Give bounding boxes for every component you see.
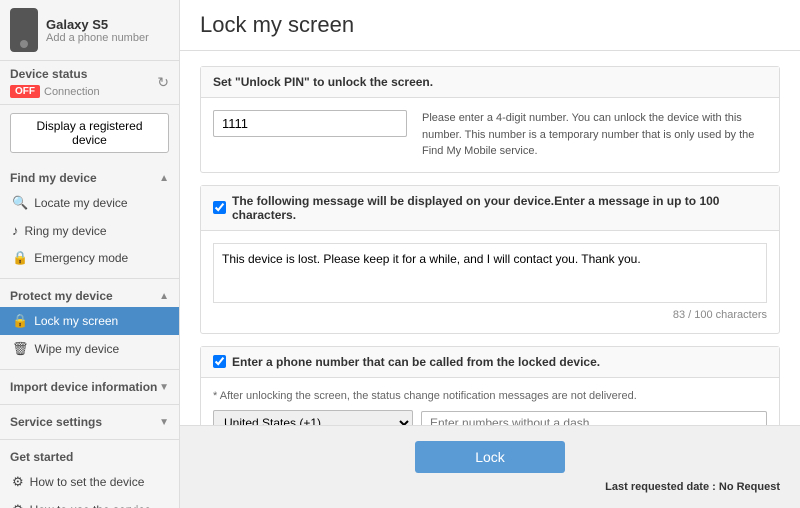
status-badge: OFF Connection	[10, 85, 100, 98]
import-header[interactable]: Import device information ▼	[0, 376, 179, 398]
sidebar-item-emergency[interactable]: 🔒 Emergency mode	[0, 244, 179, 272]
sidebar-item-how-use[interactable]: ⚙ How to use the service	[0, 496, 179, 508]
ring-icon: ♪	[12, 223, 19, 238]
device-icon	[10, 8, 38, 52]
message-checkbox[interactable]	[213, 201, 226, 214]
device-info: Galaxy S5 Add a phone number	[46, 17, 149, 44]
sidebar-item-wipe[interactable]: 🗑 Wipe my device	[0, 335, 179, 363]
main-content-area: Lock my screen Set "Unlock PIN" to unloc…	[180, 0, 800, 508]
sidebar-item-how-set[interactable]: ⚙ How to set the device	[0, 468, 179, 496]
how-use-icon: ⚙	[12, 502, 24, 508]
display-registered-device-button[interactable]: Display a registered device	[10, 113, 169, 153]
protect-section-header[interactable]: Protect my device ▲	[0, 285, 179, 307]
status-label: Device status	[10, 67, 100, 81]
phone-section: Enter a phone number that can be called …	[200, 346, 780, 426]
sidebar-item-lock[interactable]: 🔒 Lock my screen	[0, 307, 179, 335]
phone-section-header: Enter a phone number that can be called …	[201, 347, 779, 378]
import-section: Import device information ▼	[0, 370, 179, 405]
phone-input[interactable]	[421, 411, 767, 426]
find-section-header[interactable]: Find my device ▲	[0, 167, 179, 189]
service-header[interactable]: Service settings ▼	[0, 411, 179, 433]
main-header: Lock my screen	[180, 0, 800, 51]
get-started-header: Get started	[0, 446, 179, 468]
connection-text: Connection	[44, 86, 100, 98]
pin-input[interactable]	[213, 110, 407, 137]
off-badge: OFF	[10, 85, 40, 98]
phone-note: * After unlocking the screen, the status…	[213, 390, 767, 402]
locate-icon: 🔍	[12, 195, 28, 211]
unlock-pin-section: Set "Unlock PIN" to unlock the screen. P…	[200, 66, 780, 173]
lock-button[interactable]: Lock	[415, 441, 565, 473]
char-count: 83 / 100 characters	[213, 309, 767, 321]
service-chevron-icon: ▼	[159, 417, 169, 428]
import-chevron-icon: ▼	[159, 382, 169, 393]
unlock-pin-header: Set "Unlock PIN" to unlock the screen.	[201, 67, 779, 98]
protect-chevron-icon: ▲	[159, 291, 169, 302]
phone-checkbox[interactable]	[213, 355, 226, 368]
message-body: This device is lost. Please keep it for …	[201, 231, 779, 333]
how-set-icon: ⚙	[12, 474, 24, 490]
lock-icon: 🔒	[12, 313, 28, 329]
main-scroll-area: Set "Unlock PIN" to unlock the screen. P…	[180, 51, 800, 425]
protect-my-device-section: Protect my device ▲ 🔒 Lock my screen 🗑 W…	[0, 279, 179, 370]
sidebar-item-locate[interactable]: 🔍 Locate my device	[0, 189, 179, 217]
get-started-section: Get started ⚙ How to set the device ⚙ Ho…	[0, 440, 179, 508]
country-select[interactable]: United States (+1)	[213, 410, 413, 426]
sidebar: Galaxy S5 Add a phone number Device stat…	[0, 0, 180, 508]
find-chevron-icon: ▲	[159, 173, 169, 184]
message-textarea[interactable]: This device is lost. Please keep it for …	[213, 243, 767, 303]
message-section-header: The following message will be displayed …	[201, 186, 779, 231]
action-footer: Lock Last requested date : No Request	[180, 425, 800, 508]
device-subtext: Add a phone number	[46, 32, 149, 44]
unlock-hint: Please enter a 4-digit number. You can u…	[422, 110, 767, 160]
wipe-icon: 🗑	[12, 341, 29, 357]
device-status-row: Device status OFF Connection ↻	[0, 61, 179, 105]
device-header: Galaxy S5 Add a phone number	[0, 0, 179, 61]
last-requested-value: No Request	[719, 481, 780, 493]
service-section: Service settings ▼	[0, 405, 179, 440]
unlock-pin-body: Please enter a 4-digit number. You can u…	[201, 98, 779, 172]
sidebar-item-ring[interactable]: ♪ Ring my device	[0, 217, 179, 244]
message-section: The following message will be displayed …	[200, 185, 780, 334]
last-requested: Last requested date : No Request	[200, 481, 780, 493]
page-title: Lock my screen	[200, 12, 780, 38]
find-my-device-section: Find my device ▲ 🔍 Locate my device ♪ Ri…	[0, 161, 179, 279]
emergency-icon: 🔒	[12, 250, 28, 266]
phone-body: * After unlocking the screen, the status…	[201, 378, 779, 426]
refresh-icon[interactable]: ↻	[157, 74, 169, 91]
device-name: Galaxy S5	[46, 17, 149, 32]
